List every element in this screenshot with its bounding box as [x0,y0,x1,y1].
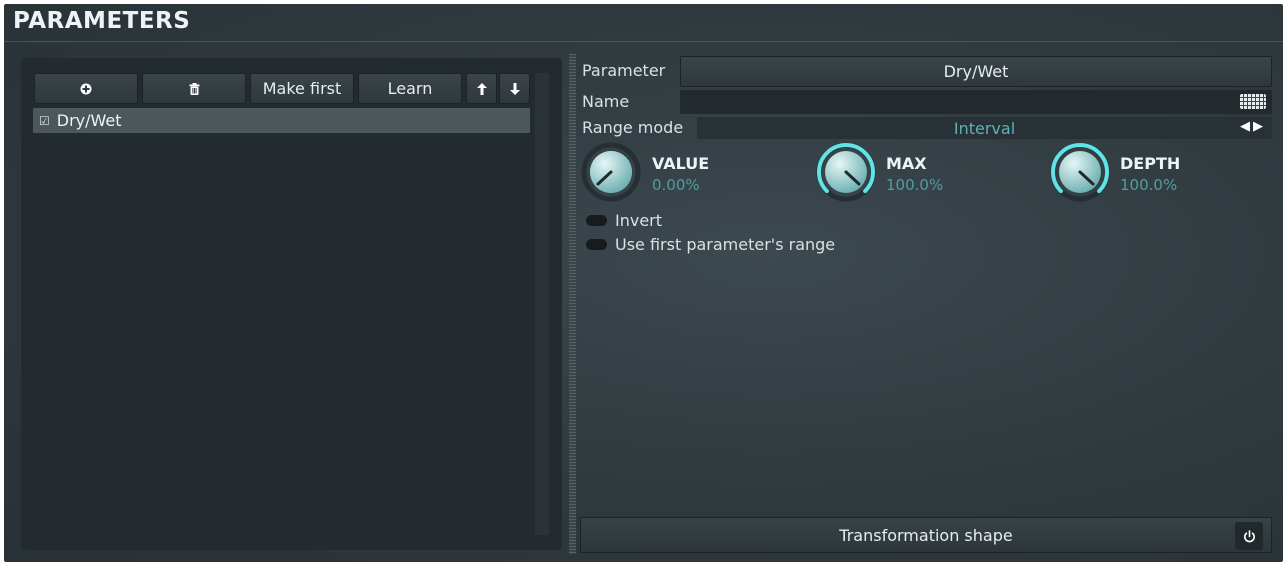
parameter-select-button[interactable]: Dry/Wet [680,56,1272,87]
title-divider [4,41,1283,42]
value-knob[interactable] [581,142,641,202]
invert-toggle[interactable] [586,215,607,226]
list-item-label: Dry/Wet [56,111,122,130]
list-item[interactable]: ☑ Dry/Wet [33,108,530,133]
range-mode-select[interactable]: Interval ◀▶ [697,117,1272,139]
keyboard-icon[interactable] [1240,94,1266,109]
transformation-shape-button[interactable]: Transformation shape [580,517,1272,553]
page-title: PARAMETERS [13,8,191,34]
depth-knob-value: 100.0% [1120,176,1178,194]
list-scrollbar[interactable] [535,73,549,535]
range-mode-value: Interval [953,118,1016,138]
move-up-button[interactable] [466,73,497,104]
make-first-button[interactable]: Make first [250,73,354,104]
power-icon [1243,529,1255,542]
value-knob-value: 0.00% [652,176,700,194]
use-first-range-toggle[interactable] [586,239,607,250]
arrow-down-icon [509,82,520,95]
power-button[interactable] [1235,522,1263,550]
range-mode-label: Range mode [582,118,684,137]
prev-next-arrows-icon[interactable]: ◀▶ [1240,119,1266,134]
learn-button[interactable]: Learn [358,73,462,104]
max-knob-title: MAX [886,154,927,173]
invert-label: Invert [615,211,663,230]
checkbox-checked-icon[interactable]: ☑ [39,114,50,128]
plus-circle-icon [80,83,92,94]
name-field[interactable] [680,90,1272,114]
value-knob-title: VALUE [652,154,710,173]
depth-knob-title: DEPTH [1120,154,1181,173]
trash-icon [189,82,199,95]
parameter-label: Parameter [582,61,666,80]
max-knob[interactable] [816,142,876,202]
depth-knob[interactable] [1050,142,1110,202]
panel-splitter[interactable] [569,54,576,554]
delete-parameter-button[interactable] [142,73,246,104]
move-down-button[interactable] [499,73,530,104]
add-parameter-button[interactable] [34,73,138,104]
max-knob-value: 100.0% [886,176,944,194]
use-first-range-label: Use first parameter's range [615,235,836,254]
arrow-up-icon [476,82,487,95]
name-label: Name [582,92,630,111]
